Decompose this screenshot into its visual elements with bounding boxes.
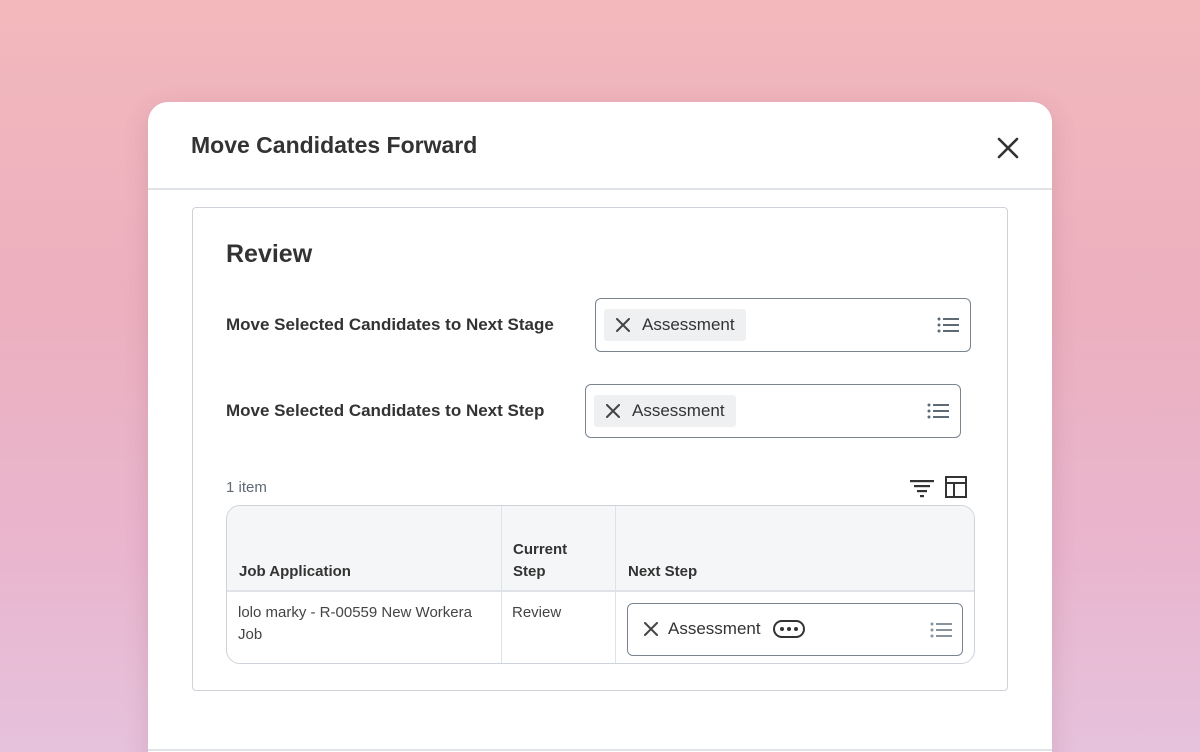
list-icon[interactable] [927,402,949,420]
next-stage-label: Move Selected Candidates to Next Stage [226,315,554,334]
next-stage-prompt[interactable]: Assessment [595,298,971,352]
more-options-button[interactable] [772,620,805,638]
section-title: Review [226,240,313,268]
move-candidates-modal: Move Candidates Forward Review Move Sele… [148,102,1052,752]
list-icon[interactable] [930,621,952,639]
selected-step-label: Assessment [632,401,725,420]
column-divider [501,506,502,663]
selected-step-pill: Assessment [594,395,736,427]
filter-icon[interactable] [909,475,935,499]
item-count: 1 item [226,479,267,496]
column-layout-icon[interactable] [944,475,968,499]
selected-stage-pill: Assessment [604,309,746,341]
next-step-label: Move Selected Candidates to Next Step [226,401,545,420]
remove-next-step-button[interactable] [644,622,658,636]
remove-icon [606,404,620,418]
modal-header: Move Candidates Forward [148,102,1052,190]
column-divider [615,506,616,663]
next-step-prompt[interactable]: Assessment [585,384,961,438]
remove-icon [616,318,630,332]
list-icon[interactable] [937,316,959,334]
close-button[interactable] [992,132,1024,164]
next-step-cell-label: Assessment [668,619,761,638]
modal-title: Move Candidates Forward [191,132,478,158]
column-header-next-step[interactable]: Next Step [628,561,697,583]
cell-current-step: Review [512,604,562,621]
review-card: Review Move Selected Candidates to Next … [192,207,1008,691]
candidates-grid: Job Application Current Step Next Step l… [226,505,975,664]
cell-job-application[interactable]: lolo marky - R-00559 New Workera Job [238,602,493,646]
footer-divider [148,749,1052,751]
selected-stage-label: Assessment [642,315,735,334]
next-step-cell-prompt[interactable]: Assessment [627,603,963,656]
next-step-cell-pill: Assessment [644,619,805,639]
remove-step-button[interactable] [604,402,622,420]
app-frame: Move Candidates Forward Review Move Sele… [0,0,1200,752]
remove-icon [644,622,658,636]
column-header-job-application[interactable]: Job Application [239,561,351,583]
remove-stage-button[interactable] [614,316,632,334]
close-icon [997,137,1019,159]
column-header-current-step[interactable]: Current Step [513,539,583,583]
